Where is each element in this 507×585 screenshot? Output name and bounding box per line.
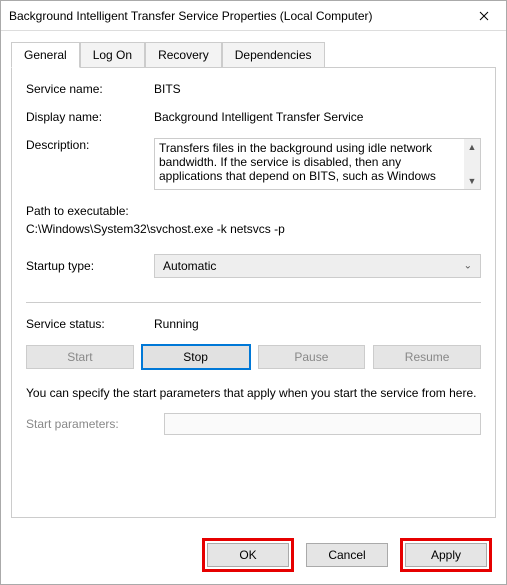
- properties-window: Background Intelligent Transfer Service …: [0, 0, 507, 585]
- start-button: Start: [26, 345, 134, 369]
- scroll-up-icon[interactable]: ▲: [464, 139, 480, 155]
- apply-highlight: Apply: [400, 538, 492, 572]
- resume-button: Resume: [373, 345, 481, 369]
- tab-log-on[interactable]: Log On: [80, 42, 145, 68]
- tab-recovery[interactable]: Recovery: [145, 42, 222, 68]
- start-parameters-input: [164, 413, 481, 435]
- description-scrollbar[interactable]: ▲ ▼: [464, 139, 480, 189]
- pause-button: Pause: [258, 345, 366, 369]
- display-name-value: Background Intelligent Transfer Service: [154, 110, 481, 124]
- close-button[interactable]: [461, 1, 506, 31]
- window-title: Background Intelligent Transfer Service …: [9, 9, 461, 23]
- service-status-label: Service status:: [26, 317, 154, 331]
- stop-button[interactable]: Stop: [142, 345, 250, 369]
- startup-type-value: Automatic: [163, 259, 216, 273]
- service-name-value: BITS: [154, 82, 481, 96]
- ok-button[interactable]: OK: [207, 543, 289, 567]
- tab-strip: General Log On Recovery Dependencies: [11, 41, 496, 67]
- tab-general[interactable]: General: [11, 42, 80, 68]
- description-text: Transfers files in the background using …: [159, 141, 436, 183]
- general-panel: Service name: BITS Display name: Backgro…: [11, 67, 496, 518]
- tab-dependencies[interactable]: Dependencies: [222, 42, 325, 68]
- display-name-label: Display name:: [26, 110, 154, 124]
- close-icon: [479, 11, 489, 21]
- apply-button[interactable]: Apply: [405, 543, 487, 567]
- startup-type-select[interactable]: Automatic ⌄: [154, 254, 481, 278]
- service-name-label: Service name:: [26, 82, 154, 96]
- start-parameters-label: Start parameters:: [26, 417, 154, 431]
- description-box[interactable]: Transfers files in the background using …: [154, 138, 481, 190]
- dialog-footer: OK Cancel Apply: [1, 528, 506, 584]
- description-label: Description:: [26, 138, 154, 152]
- path-label: Path to executable:: [26, 204, 481, 218]
- cancel-button[interactable]: Cancel: [306, 543, 388, 567]
- titlebar: Background Intelligent Transfer Service …: [1, 1, 506, 31]
- startup-type-label: Startup type:: [26, 259, 154, 273]
- start-params-note: You can specify the start parameters tha…: [26, 385, 481, 401]
- cancel-wrap: Cancel: [306, 543, 388, 567]
- service-control-buttons: Start Stop Pause Resume: [26, 345, 481, 369]
- scroll-down-icon[interactable]: ▼: [464, 173, 480, 189]
- ok-highlight: OK: [202, 538, 294, 572]
- chevron-down-icon: ⌄: [464, 261, 472, 272]
- divider: [26, 302, 481, 303]
- service-status-value: Running: [154, 317, 481, 331]
- path-value: C:\Windows\System32\svchost.exe -k netsv…: [26, 222, 481, 236]
